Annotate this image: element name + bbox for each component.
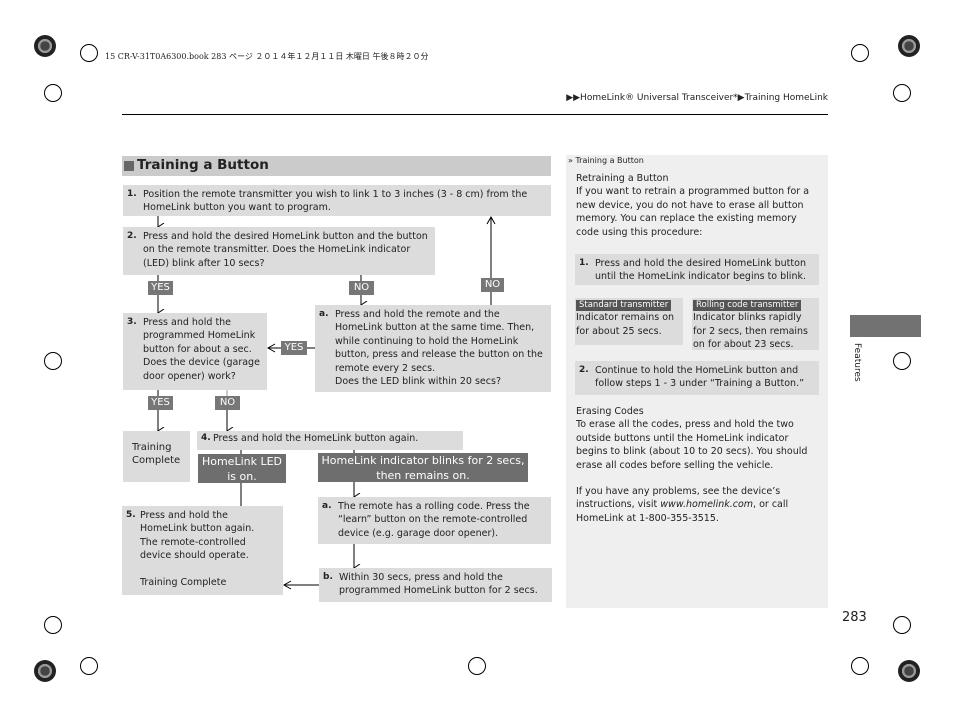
step-number: b. bbox=[323, 572, 333, 582]
yes-label: YES bbox=[148, 281, 173, 295]
step-2-box: 2. Press and hold the desired HomeLink bu… bbox=[123, 227, 435, 275]
registration-dial bbox=[34, 660, 56, 682]
step-number: a. bbox=[322, 501, 332, 511]
step-4a-box: a. The remote has a rolling code. Press t… bbox=[318, 497, 551, 544]
no-label: NO bbox=[215, 396, 240, 410]
standard-text: Indicator remains on for about 25 secs. bbox=[576, 312, 675, 337]
step-text: Press and hold the desired HomeLink butt… bbox=[595, 258, 806, 283]
rolling-text: Indicator blinks rapidly for 2 secs, the… bbox=[693, 312, 809, 351]
manual-page: 15 CR-V-31T0A6300.book 283 ページ ２０１４年１２月１… bbox=[0, 0, 954, 718]
step-2a-box: a. Press and hold the remote and the Home… bbox=[315, 305, 551, 392]
step-text: Press and hold the programmed HomeLink b… bbox=[143, 317, 260, 382]
crosshair-mark bbox=[80, 657, 98, 675]
no-label: NO bbox=[481, 278, 504, 292]
rolling-transmitter-box: Rolling code transmitter Indicator blinks… bbox=[692, 298, 819, 350]
step-1-box: 1. Position the remote transmitter you wi… bbox=[123, 185, 551, 216]
registration-dial bbox=[34, 35, 56, 57]
step-number: 2. bbox=[127, 231, 137, 241]
no-label: NO bbox=[349, 281, 374, 295]
registration-dial bbox=[898, 660, 920, 682]
sidebar-ref: » Training a Button bbox=[568, 156, 644, 165]
step-text: Within 30 secs, press and hold the progr… bbox=[339, 572, 538, 597]
yes-label: YES bbox=[281, 341, 307, 355]
step-number: 3. bbox=[127, 317, 137, 327]
crosshair-mark bbox=[893, 84, 911, 102]
crosshair-mark bbox=[44, 84, 62, 102]
blinks-label: HomeLink indicator blinks for 2 secs, th… bbox=[318, 453, 528, 482]
retrain-section: Retraining a Button If you want to retrai… bbox=[576, 172, 821, 239]
step-text: Position the remote transmitter you wish… bbox=[143, 189, 528, 214]
crosshair-mark bbox=[44, 616, 62, 634]
page-number: 283 bbox=[842, 610, 867, 625]
double-chevron-icon: » bbox=[568, 156, 573, 165]
step-text: Continue to hold the HomeLink button and… bbox=[595, 365, 805, 390]
step-text: Press and hold the desired HomeLink butt… bbox=[143, 231, 428, 269]
erase-title: Erasing Codes bbox=[576, 406, 644, 417]
yes-label: YES bbox=[148, 396, 173, 410]
step-4-box: 4. Press and hold the HomeLink button aga… bbox=[197, 431, 463, 450]
retrain-step-2: 2. Continue to hold the HomeLink button a… bbox=[575, 361, 819, 395]
training-complete-text: Training Complete bbox=[140, 576, 227, 588]
step-3-box: 3. Press and hold the programmed HomeLink… bbox=[123, 313, 267, 390]
step-number: 4. bbox=[201, 433, 211, 443]
crosshair-mark bbox=[80, 44, 98, 62]
crosshair-mark bbox=[893, 352, 911, 370]
step-text: Press and hold the remote and the HomeLi… bbox=[335, 309, 543, 374]
training-complete-box: Training Complete bbox=[123, 431, 190, 482]
crosshair-mark bbox=[851, 657, 869, 675]
step-number: 2. bbox=[579, 365, 589, 375]
step-number: 5. bbox=[126, 510, 136, 520]
step-number: a. bbox=[319, 309, 329, 319]
chapter-label: Features bbox=[852, 343, 862, 382]
step-number: 1. bbox=[127, 189, 137, 199]
chapter-tab[interactable] bbox=[850, 315, 921, 337]
step-text: Press and hold the HomeLink button again… bbox=[213, 433, 419, 444]
crosshair-mark bbox=[893, 616, 911, 634]
step-text: Press and hold the HomeLink button again… bbox=[140, 510, 255, 535]
erase-section: Erasing Codes To erase all the codes, pre… bbox=[576, 405, 821, 525]
step-4b-box: b. Within 30 secs, press and hold the pro… bbox=[319, 568, 552, 602]
retrain-title: Retraining a Button bbox=[576, 173, 669, 184]
homelink-url[interactable]: www.homelink.com bbox=[660, 499, 753, 510]
crosshair-mark bbox=[44, 352, 62, 370]
standard-transmitter-box: Standard transmitter Indicator remains on… bbox=[575, 298, 683, 345]
step-5-box: 5. Press and hold the HomeLink button aga… bbox=[122, 506, 283, 595]
step-text: The remote has a rolling code. Press the… bbox=[338, 501, 530, 539]
crosshair-mark bbox=[468, 657, 486, 675]
help-text: If you have any problems, see the device… bbox=[576, 485, 821, 525]
rolling-tag: Rolling code transmitter bbox=[693, 300, 802, 311]
erase-text: To erase all the codes, press and hold t… bbox=[576, 419, 808, 471]
retrain-text: If you want to retrain a programmed butt… bbox=[576, 186, 810, 238]
crosshair-mark bbox=[851, 44, 869, 62]
standard-tag: Standard transmitter bbox=[576, 300, 672, 311]
led-on-label: HomeLink LED is on. bbox=[198, 454, 286, 483]
sidebar-ref-text: Training a Button bbox=[575, 156, 644, 165]
registration-dial bbox=[898, 35, 920, 57]
step-text: The remote-controlled device should oper… bbox=[140, 536, 249, 562]
step-question: Does the LED blink within 20 secs? bbox=[335, 376, 501, 388]
step-number: 1. bbox=[579, 258, 589, 268]
retrain-step-1: 1. Press and hold the desired HomeLink bu… bbox=[575, 254, 819, 285]
